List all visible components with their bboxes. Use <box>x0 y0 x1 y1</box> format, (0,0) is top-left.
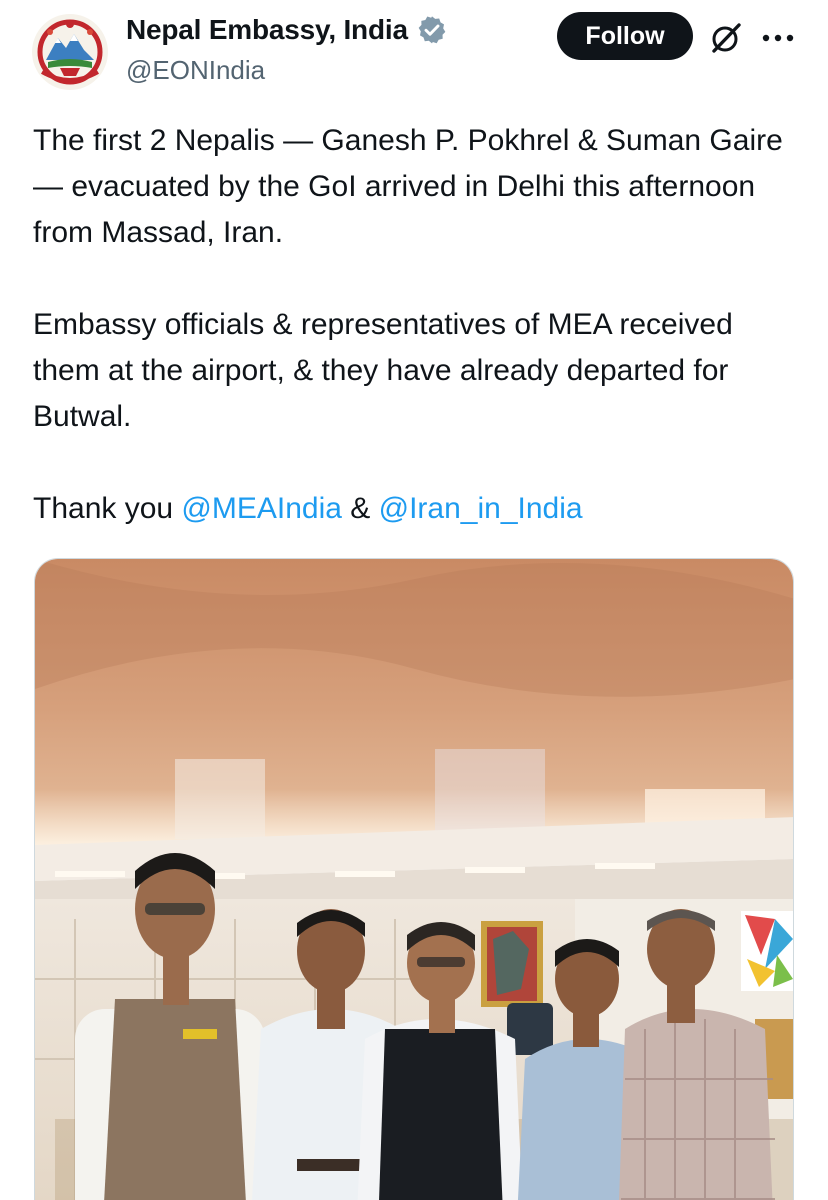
display-name[interactable]: Nepal Embassy, India <box>126 14 408 46</box>
tweet-paragraph-2: Embassy officials & representatives of M… <box>33 308 733 433</box>
grok-icon[interactable] <box>708 20 744 56</box>
group-photo-image <box>35 559 793 1200</box>
mention-mea-india[interactable]: @MEAIndia <box>181 492 342 525</box>
handle[interactable]: @EONIndia <box>126 55 265 86</box>
more-icon[interactable] <box>760 24 796 52</box>
verified-badge-icon <box>418 16 446 44</box>
name-row: Nepal Embassy, India <box>126 14 448 46</box>
tweet-paragraph-1: The first 2 Nepalis — Ganesh P. Pokhrel … <box>33 124 783 249</box>
mention-iran-in-india[interactable]: @Iran_in_India <box>379 492 583 525</box>
tweet-page: Nepal Embassy, India @EONIndia Follow Th… <box>0 0 828 1200</box>
thanks-text: Thank you <box>33 492 182 525</box>
tweet-photo[interactable] <box>34 558 794 1200</box>
nepal-emblem-icon <box>32 14 108 90</box>
tweet-text: The first 2 Nepalis — Ganesh P. Pokhrel … <box>33 118 803 532</box>
avatar[interactable] <box>30 12 110 92</box>
thanks-joiner: & <box>341 492 379 525</box>
follow-button[interactable]: Follow <box>557 12 693 60</box>
tweet-paragraph-3: Thank you @MEAIndia & @Iran_in_India <box>33 486 803 532</box>
